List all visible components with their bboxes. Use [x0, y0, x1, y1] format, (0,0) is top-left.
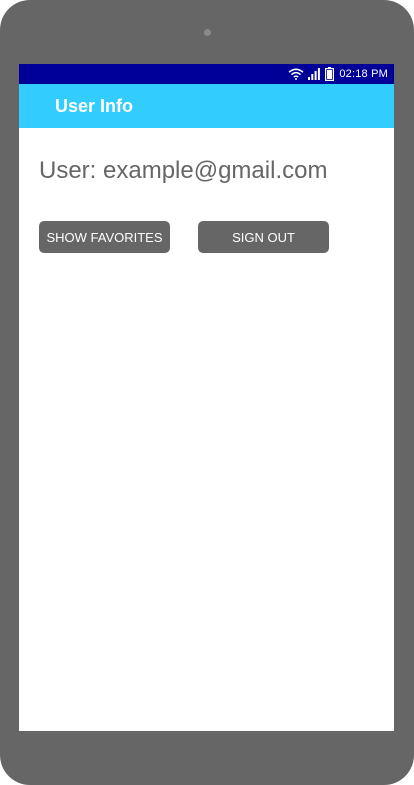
front-camera: [204, 29, 211, 36]
status-time: 02:18 PM: [339, 68, 388, 80]
battery-icon: [325, 67, 335, 81]
status-bar: 02:18 PM: [19, 64, 394, 84]
sign-out-button[interactable]: SIGN OUT: [198, 221, 329, 253]
phone-screen: 02:18 PM User Info User: example@gmail.c…: [19, 64, 394, 731]
app-title: User Info: [55, 96, 134, 116]
show-favorites-button[interactable]: SHOW FAVORITES: [39, 221, 170, 253]
wifi-icon: [288, 68, 304, 80]
signal-icon: [308, 68, 321, 80]
app-bar: User Info: [19, 84, 394, 128]
device-frame: 02:18 PM User Info User: example@gmail.c…: [0, 0, 414, 785]
user-email-text: User: example@gmail.com: [39, 157, 328, 184]
status-icons: 02:18 PM: [288, 64, 388, 84]
